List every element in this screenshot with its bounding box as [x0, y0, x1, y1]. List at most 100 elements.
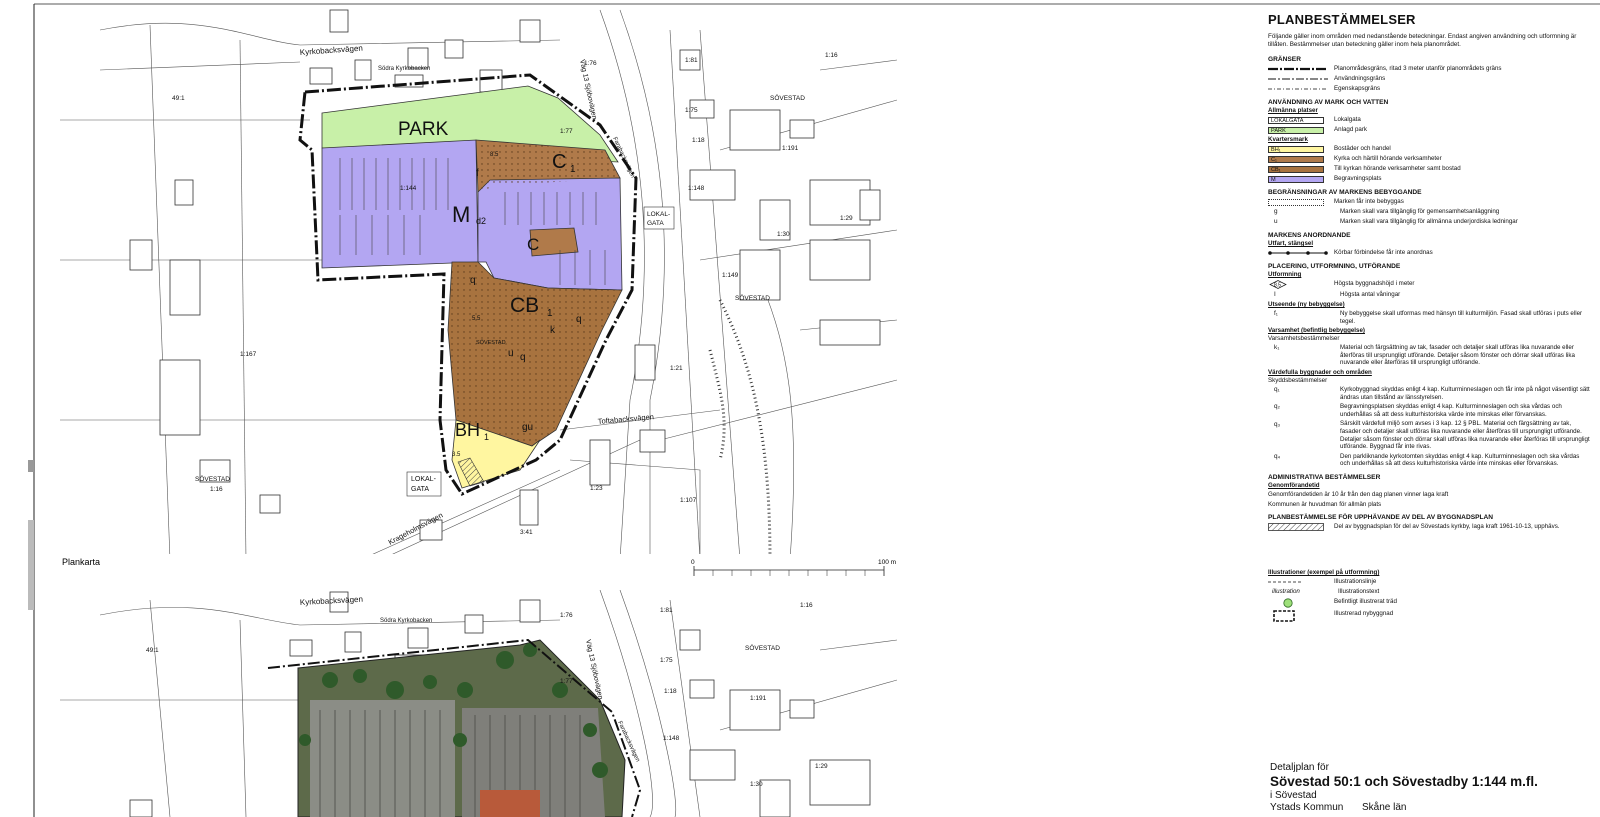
parcel-label: 1:148: [663, 735, 680, 742]
scale-start: 0: [691, 559, 695, 566]
legend-text: Anlagd park: [1334, 126, 1368, 133]
parcel-label: 1:76: [560, 612, 573, 619]
upper-map: PARK C 1 M d2 C CB 1 BH 1 q f k q q u gu…: [60, 9, 897, 554]
legend-text: Material och färgsättning av tak, fasade…: [1340, 344, 1575, 367]
legend-row: Befintligt illustrerat träd: [1268, 598, 1590, 608]
plankarta-label: Plankarta: [62, 557, 100, 567]
parcel-label: 3:41: [520, 529, 533, 536]
legend-intro: Följande gäller inom områden med nedanst…: [1268, 33, 1577, 48]
legend-row: Marken får inte bebyggas: [1268, 198, 1590, 206]
zone-label-cb: CB: [510, 294, 539, 317]
street-label: Kyrkobacksvägen: [300, 595, 364, 607]
parcel-label: 1:107: [680, 497, 697, 504]
parcel-label: 49:1: [146, 647, 159, 654]
plan-authority: Ystads Kommun Skåne län: [1270, 802, 1590, 814]
legend-row: Genomförandetiden är 10 år från den dag …: [1268, 491, 1590, 499]
legend-head-granser: GRÄNSER: [1268, 56, 1301, 63]
symbol-gu: gu: [522, 422, 533, 433]
zone-label-bh-sub: 1: [484, 432, 489, 442]
symbol-q3: q: [520, 352, 526, 363]
plan-title: Sövestad 50:1 och Sövestadby 1:144 m.fl.: [1270, 774, 1538, 789]
legend-code: q₃: [1274, 420, 1281, 428]
plan-type: Detaljplan för: [1270, 762, 1329, 773]
legend-sub: Kvartersmark: [1268, 136, 1308, 143]
legend-text: Den parkliknande kyrkotomten skyddas enl…: [1340, 452, 1580, 468]
legend-head-upphavande: PLANBESTÄMMELSE FÖR UPPHÄVANDE AV DEL AV…: [1268, 514, 1494, 522]
legend-row: Del av byggnadsplan för del av Sövestads…: [1268, 523, 1590, 531]
legend-text: Kyrka och härtill hörande verksamheter: [1334, 155, 1442, 162]
aerial-cemetery-west: [310, 700, 455, 817]
street-label: Kyrkobacksvägen: [300, 44, 364, 57]
zone-label-m-sub: d2: [476, 216, 486, 226]
height-marker: 8.5: [490, 152, 499, 158]
parcel-label: 1:29: [840, 215, 853, 222]
zone-label-m: M: [452, 202, 470, 227]
legend-row: 8.5 Högsta byggnadshöjd i meter: [1268, 280, 1590, 289]
legend-text: Bostäder och handel: [1334, 145, 1391, 152]
no-access-icon: [1268, 251, 1328, 255]
lokalgata-label: GATA: [411, 486, 429, 493]
legend-code: q₂: [1274, 403, 1281, 411]
legend-row: illustration Illustrationstext: [1268, 588, 1590, 596]
sheet-tab: [28, 520, 34, 610]
place-label: SÖVESTAD: [745, 644, 780, 652]
legend-row: PARK Anlagd park: [1268, 126, 1590, 134]
legend-title: PLANBESTÄMMELSER: [1268, 12, 1416, 27]
symbol-f1: f: [476, 168, 479, 179]
legend-head-placering: PLACERING, UTFORMNING, UTFÖRANDE: [1268, 263, 1401, 270]
legend-code: I: [1274, 291, 1276, 299]
legend-text: Befintligt illustrerat träd: [1334, 598, 1397, 606]
illustration-map: Kyrkobacksvägen Södra Kyrkobacken Väg 13…: [60, 590, 897, 817]
legend-row: Planområdesgräns, ritad 3 meter utanför …: [1268, 65, 1590, 73]
zone-cb-dots: [448, 262, 622, 446]
legend-text: Högsta byggnadshöjd i meter: [1334, 280, 1415, 287]
symbol-q4: q: [470, 275, 476, 286]
legend-swatch: CB₁: [1268, 165, 1324, 173]
parcel-label: 1:81: [685, 57, 698, 64]
parcel-label: 1:81: [660, 607, 673, 614]
legend-row: Illustrerad nybyggnad: [1268, 610, 1590, 622]
county: Skåne län: [1362, 802, 1407, 813]
height-marker: 5.5: [472, 316, 481, 322]
legend-row: q₁ Kyrkobyggnad skyddas enligt 4 kap. Ku…: [1268, 386, 1590, 401]
legend-sub: Värdefulla byggnader och områden: [1268, 368, 1372, 376]
parcel-label: 1:149: [722, 272, 739, 279]
parcel-label: 1:18: [692, 137, 705, 144]
municipality: Ystads Kommun: [1270, 802, 1344, 813]
legend-sub: Genomförandetid: [1268, 481, 1320, 489]
legend-row: C₁ Kyrka och härtill hörande verksamhete…: [1268, 155, 1590, 163]
parcel-label: 1:16: [825, 52, 838, 59]
legend-text: Körbar förbindelse får inte anordnas: [1334, 249, 1433, 256]
legend-code: q₄: [1274, 452, 1281, 460]
legend-text: Planområdesgräns, ritad 3 meter utanför …: [1334, 65, 1502, 72]
legend-code: illustration: [1272, 588, 1300, 596]
zone-label-cb-sub: 1: [547, 308, 553, 319]
legend-text: Marken skall vara tillgänglig för gemens…: [1340, 208, 1500, 215]
place-label: SÖVESTAD: [476, 339, 506, 346]
legend-row: Illustrationslinje: [1268, 578, 1590, 586]
legend-head-begransningar: BEGRÄNSNINGAR AV MARKENS BEBYGGANDE: [1268, 189, 1422, 196]
legend-code: u: [1274, 218, 1278, 226]
legend-row: q₄ Den parkliknande kyrkotomten skyddas …: [1268, 453, 1590, 468]
place-label: SÖVESTAD: [770, 94, 805, 102]
legend-swatch: PARK: [1268, 126, 1324, 134]
legend-text: Illustrerad nybyggnad: [1334, 610, 1394, 618]
legend-plain: Varsamhetsbestämmelser: [1268, 335, 1340, 343]
legend-swatch: M: [1268, 175, 1324, 183]
legend-text: Särskilt värdefull miljö som avses i 3 k…: [1340, 420, 1590, 451]
parcel-label: 49:1: [172, 95, 185, 102]
street-label: Toftabacksvägen: [597, 412, 654, 426]
zone-label-c1: C: [552, 151, 566, 173]
parcel-label: 1:16: [800, 602, 813, 609]
legend-code: f₁: [1274, 310, 1278, 318]
legend-row: Kommunen är huvudman för allmän plats: [1268, 501, 1590, 509]
lokalgata-label: GATA: [647, 220, 664, 227]
legend-head-administrativa: ADMINISTRATIVA BESTÄMMELSER: [1268, 473, 1381, 481]
street-label: Södra Kyrkobacken: [378, 66, 430, 72]
parcel-label: 1:21: [670, 365, 683, 372]
legend-swatch: LOKALGATA: [1268, 116, 1324, 124]
legend-code: q₁: [1274, 386, 1280, 394]
parcel-label: 1:30: [777, 231, 790, 238]
legend-head-anvandning: ANVÄNDNING AV MARK OCH VATTEN: [1268, 99, 1389, 106]
legend-text: Begravningsplats: [1334, 175, 1382, 182]
